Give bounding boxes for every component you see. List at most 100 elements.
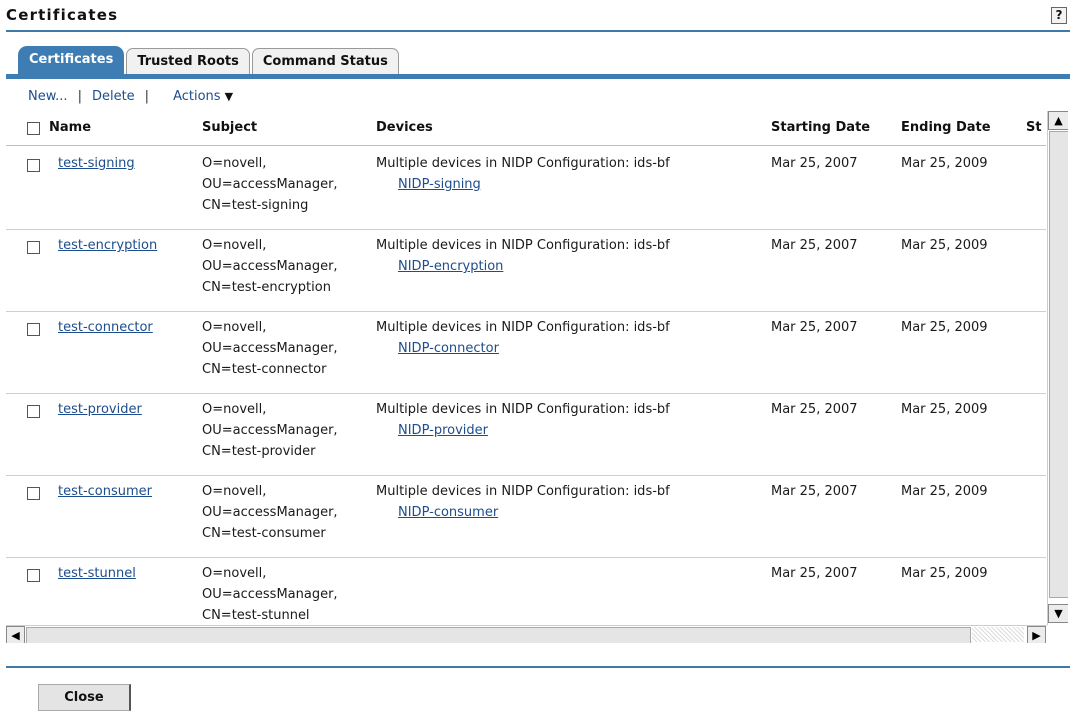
ending-date-cell: Mar 25, 2009 xyxy=(901,320,988,335)
row-checkbox[interactable] xyxy=(27,241,40,254)
table-row: test-consumer O=novell, OU=accessManager, C… xyxy=(6,475,1046,558)
vertical-scrollbar[interactable]: ▲ ▼ xyxy=(1047,111,1068,625)
subject-line: CN=test-encryption xyxy=(202,280,331,295)
device-link[interactable]: NIDP-consumer xyxy=(398,505,498,520)
tab-certificates[interactable]: Certificates xyxy=(18,46,125,74)
starting-date-cell: Mar 25, 2007 xyxy=(771,238,858,253)
select-all-checkbox[interactable] xyxy=(27,122,40,135)
subject-line: CN=test-stunnel xyxy=(202,608,310,623)
subject-line: OU=accessManager, xyxy=(202,505,338,520)
caret-down-icon: ▼ xyxy=(224,90,234,103)
toolbar-separator: | xyxy=(144,89,150,104)
new-button[interactable]: New... xyxy=(28,89,68,104)
devices-text: Multiple devices in NIDP Configuration: … xyxy=(376,238,670,253)
table-row: test-encryption O=novell, OU=accessManager… xyxy=(6,229,1046,312)
ending-date-cell: Mar 25, 2009 xyxy=(901,402,988,417)
tab-underline xyxy=(6,74,1070,79)
subject-line: OU=accessManager, xyxy=(202,177,338,192)
scroll-left-arrow-icon[interactable]: ◀ xyxy=(6,626,25,643)
subject-line: OU=accessManager, xyxy=(202,423,338,438)
subject-line: CN=test-consumer xyxy=(202,526,326,541)
devices-cell: Multiple devices in NIDP Configuration: … xyxy=(376,481,670,523)
devices-text: Multiple devices in NIDP Configuration: … xyxy=(376,484,670,499)
subject-cell: O=novell, OU=accessManager, CN=test-signin… xyxy=(202,153,338,216)
certificate-name-link[interactable]: test-consumer xyxy=(58,484,152,499)
scroll-down-arrow-icon[interactable]: ▼ xyxy=(1048,604,1068,623)
toolbar-separator: | xyxy=(77,89,82,104)
scroll-up-arrow-icon[interactable]: ▲ xyxy=(1048,111,1068,130)
subject-line: O=novell, xyxy=(202,484,267,499)
subject-line: O=novell, xyxy=(202,402,267,417)
device-link[interactable]: NIDP-encryption xyxy=(398,259,503,274)
subject-line: OU=accessManager, xyxy=(202,341,338,356)
certificates-table: Name Subject Devices Starting Date Endin… xyxy=(6,111,1068,643)
devices-text: Multiple devices in NIDP Configuration: … xyxy=(376,156,670,171)
column-header-devices[interactable]: Devices xyxy=(376,120,433,135)
certificate-name-link[interactable]: test-provider xyxy=(58,402,142,417)
close-button[interactable]: Close xyxy=(38,684,131,711)
starting-date-cell: Mar 25, 2007 xyxy=(771,402,858,417)
table-row: test-connector O=novell, OU=accessManager,… xyxy=(6,311,1046,394)
tab-bar: Certificates Trusted Roots Command Statu… xyxy=(18,46,401,75)
delete-button[interactable]: Delete xyxy=(92,89,135,104)
starting-date-cell: Mar 25, 2007 xyxy=(771,484,858,499)
ending-date-cell: Mar 25, 2009 xyxy=(901,484,988,499)
table-row: test-signing O=novell, OU=accessManager, CN… xyxy=(6,147,1046,230)
devices-text: Multiple devices in NIDP Configuration: … xyxy=(376,320,670,335)
subject-line: O=novell, xyxy=(202,320,267,335)
certificate-name-link[interactable]: test-signing xyxy=(58,156,135,171)
ending-date-cell: Mar 25, 2009 xyxy=(901,238,988,253)
starting-date-cell: Mar 25, 2007 xyxy=(771,566,858,581)
row-checkbox[interactable] xyxy=(27,405,40,418)
subject-line: CN=test-provider xyxy=(202,444,316,459)
device-link[interactable]: NIDP-signing xyxy=(398,177,481,192)
devices-cell: Multiple devices in NIDP Configuration: … xyxy=(376,235,670,277)
row-checkbox[interactable] xyxy=(27,569,40,582)
row-checkbox[interactable] xyxy=(27,487,40,500)
column-header-starting-date[interactable]: Starting Date xyxy=(771,120,870,135)
vertical-scroll-thumb[interactable] xyxy=(1049,131,1068,598)
table-row: test-provider O=novell, OU=accessManager, C… xyxy=(6,393,1046,476)
subject-cell: O=novell, OU=accessManager, CN=test-connec… xyxy=(202,317,338,380)
row-checkbox[interactable] xyxy=(27,159,40,172)
row-checkbox[interactable] xyxy=(27,323,40,336)
tab-trusted-roots[interactable]: Trusted Roots xyxy=(126,48,250,75)
subject-line: OU=accessManager, xyxy=(202,259,338,274)
devices-text: Multiple devices in NIDP Configuration: … xyxy=(376,402,670,417)
column-header-status[interactable]: St xyxy=(1026,120,1047,135)
column-header-name[interactable]: Name xyxy=(49,120,91,135)
certificate-name-link[interactable]: test-encryption xyxy=(58,238,157,253)
subject-cell: O=novell, OU=accessManager, CN=test-encryp… xyxy=(202,235,338,298)
device-link[interactable]: NIDP-provider xyxy=(398,423,488,438)
subject-line: O=novell, xyxy=(202,238,267,253)
horizontal-scroll-thumb[interactable] xyxy=(26,627,971,643)
starting-date-cell: Mar 25, 2007 xyxy=(771,156,858,171)
certificate-name-link[interactable]: test-stunnel xyxy=(58,566,136,581)
toolbar: New... | Delete | Actions ▼ xyxy=(28,89,233,104)
scroll-right-arrow-icon[interactable]: ▶ xyxy=(1027,626,1046,643)
subject-cell: O=novell, OU=accessManager, CN=test-consum… xyxy=(202,481,338,544)
certificate-name-link[interactable]: test-connector xyxy=(58,320,153,335)
device-link[interactable]: NIDP-connector xyxy=(398,341,499,356)
devices-cell: Multiple devices in NIDP Configuration: … xyxy=(376,317,670,359)
subject-line: O=novell, xyxy=(202,566,267,581)
help-button[interactable]: ? xyxy=(1051,7,1067,24)
subject-line: O=novell, xyxy=(202,156,267,171)
column-header-subject[interactable]: Subject xyxy=(202,120,257,135)
actions-label: Actions xyxy=(173,89,221,104)
ending-date-cell: Mar 25, 2009 xyxy=(901,156,988,171)
horizontal-scroll-track[interactable] xyxy=(972,627,1024,642)
column-header-ending-date[interactable]: Ending Date xyxy=(901,120,991,135)
devices-cell: Multiple devices in NIDP Configuration: … xyxy=(376,153,670,195)
ending-date-cell: Mar 25, 2009 xyxy=(901,566,988,581)
horizontal-scrollbar[interactable]: ◀ ▶ xyxy=(6,625,1047,643)
tab-command-status[interactable]: Command Status xyxy=(251,48,399,75)
page-title: Certificates xyxy=(6,6,119,24)
actions-menu[interactable]: Actions ▼ xyxy=(173,89,233,104)
subject-cell: O=novell, OU=accessManager, CN=test-stunne… xyxy=(202,563,338,626)
devices-cell: Multiple devices in NIDP Configuration: … xyxy=(376,399,670,441)
header-divider xyxy=(6,145,1046,146)
subject-line: CN=test-connector xyxy=(202,362,327,377)
footer-divider xyxy=(6,666,1070,668)
subject-line: CN=test-signing xyxy=(202,198,309,213)
